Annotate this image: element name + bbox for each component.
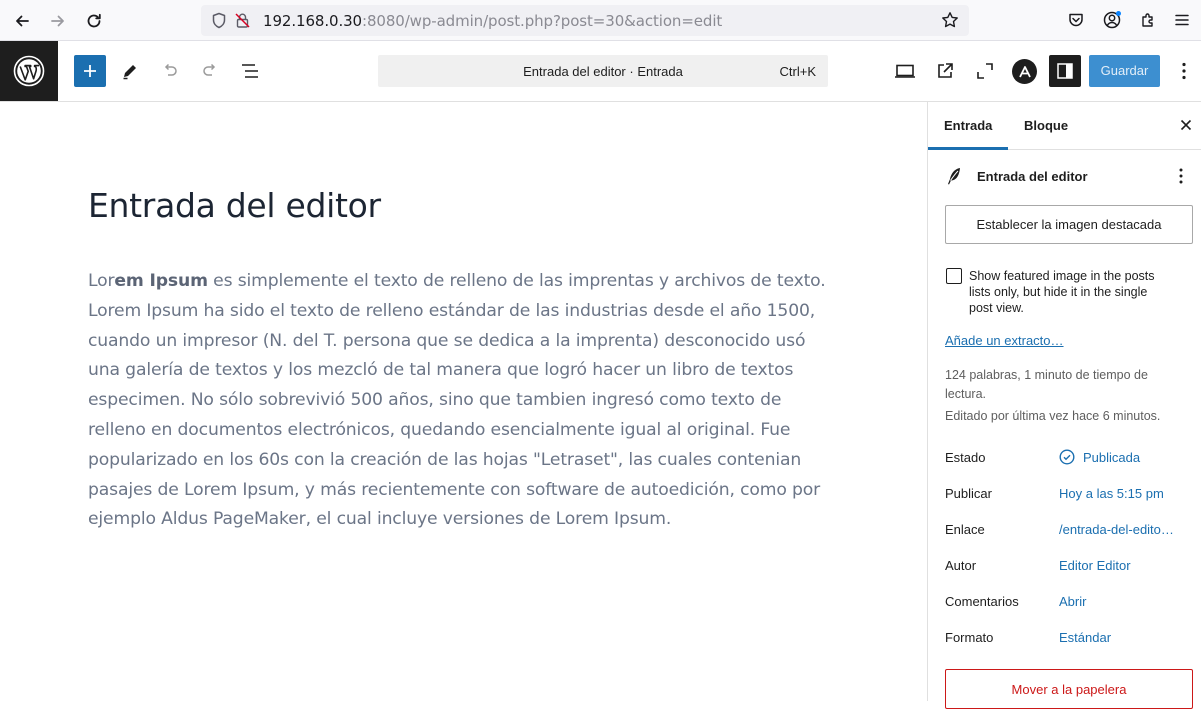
settings-sidebar: Entrada Bloque Entrada del editor Establ… [927, 102, 1201, 709]
publish-date-value[interactable]: Hoy a las 5:15 pm [1059, 486, 1164, 501]
browser-toolbar: 192.168.0.30:8080/wp-admin/post.php?post… [0, 0, 1201, 41]
address-bar[interactable]: 192.168.0.30:8080/wp-admin/post.php?post… [201, 5, 969, 36]
published-check-icon [1059, 449, 1075, 465]
back-arrow-icon[interactable] [9, 8, 35, 34]
wordpress-logo-icon[interactable] [0, 41, 58, 101]
status-label: Estado [945, 450, 986, 465]
paragraph-block[interactable]: Lorem Ipsum es simplemente el texto de r… [88, 267, 828, 535]
redo-icon[interactable] [198, 59, 222, 83]
set-featured-image-button[interactable]: Establecer la imagen destacada [945, 205, 1193, 244]
format-value[interactable]: Estándar [1059, 630, 1111, 645]
menu-hamburger-icon[interactable] [1171, 9, 1193, 31]
settings-sidebar-toggle-icon[interactable] [1049, 55, 1081, 87]
fullscreen-icon[interactable] [973, 59, 997, 83]
shield-icon[interactable] [211, 12, 227, 29]
post-quill-icon [945, 166, 965, 186]
comments-value[interactable]: Abrir [1059, 594, 1086, 609]
add-excerpt-link[interactable]: Añade un extracto… [945, 333, 1064, 348]
word-count-text: 124 palabras, 1 minuto de tiempo de lect… [945, 368, 1148, 401]
editor-header: Entrada del editor · Entrada Ctrl+K Guar… [0, 41, 1201, 102]
pocket-icon[interactable] [1065, 9, 1087, 31]
editor-canvas[interactable]: Entrada del editor Lorem Ipsum es simple… [0, 102, 927, 701]
sidebar-post-title: Entrada del editor [977, 169, 1088, 184]
view-post-external-icon[interactable] [933, 59, 957, 83]
reload-icon[interactable] [81, 8, 107, 34]
astra-logo-icon[interactable] [1012, 59, 1037, 84]
options-kebab-icon[interactable] [1174, 59, 1194, 83]
author-label: Autor [945, 558, 977, 573]
hide-featured-image-label[interactable]: Show featured image in the posts lists o… [969, 268, 1159, 316]
save-button[interactable]: Guardar [1089, 55, 1160, 87]
desktop-preview-icon[interactable] [893, 59, 917, 83]
publish-label: Publicar [945, 486, 992, 501]
move-to-trash-button[interactable]: Mover a la papelera [945, 669, 1193, 709]
last-edited-text: Editado por última vez hace 6 minutos. [945, 409, 1161, 423]
document-overview-icon[interactable] [238, 59, 262, 83]
format-label: Formato [945, 630, 994, 645]
close-icon[interactable] [1177, 116, 1195, 134]
document-title[interactable]: Entrada del editor · Entrada [378, 64, 828, 79]
keyboard-shortcut: Ctrl+K [779, 64, 816, 79]
post-actions-kebab-icon[interactable] [1174, 166, 1188, 186]
sidebar-tabs: Entrada Bloque [928, 102, 1201, 150]
add-block-button[interactable] [74, 55, 106, 87]
comments-label: Comentarios [945, 594, 1019, 609]
url-text[interactable]: 192.168.0.30:8080/wp-admin/post.php?post… [263, 12, 722, 30]
status-value[interactable]: Publicada [1083, 450, 1140, 465]
link-label: Enlace [945, 522, 985, 537]
insecure-lock-icon[interactable] [234, 12, 251, 29]
edit-tools-icon[interactable] [118, 59, 142, 83]
hide-featured-image-checkbox[interactable] [946, 268, 962, 284]
tab-entrada[interactable]: Entrada [944, 118, 992, 133]
forward-arrow-icon[interactable] [45, 8, 71, 34]
tab-bloque[interactable]: Bloque [1024, 118, 1068, 133]
command-palette-bar[interactable]: Entrada del editor · Entrada Ctrl+K [378, 55, 828, 87]
account-icon[interactable] [1101, 9, 1123, 31]
permalink-value[interactable]: /entrada-del-edito… [1059, 522, 1174, 537]
extensions-icon[interactable] [1137, 9, 1159, 31]
post-title[interactable]: Entrada del editor [88, 186, 381, 225]
author-value[interactable]: Editor Editor [1059, 558, 1131, 573]
bookmark-star-icon[interactable] [941, 11, 959, 29]
undo-icon[interactable] [158, 59, 182, 83]
active-tab-indicator [928, 147, 1008, 150]
